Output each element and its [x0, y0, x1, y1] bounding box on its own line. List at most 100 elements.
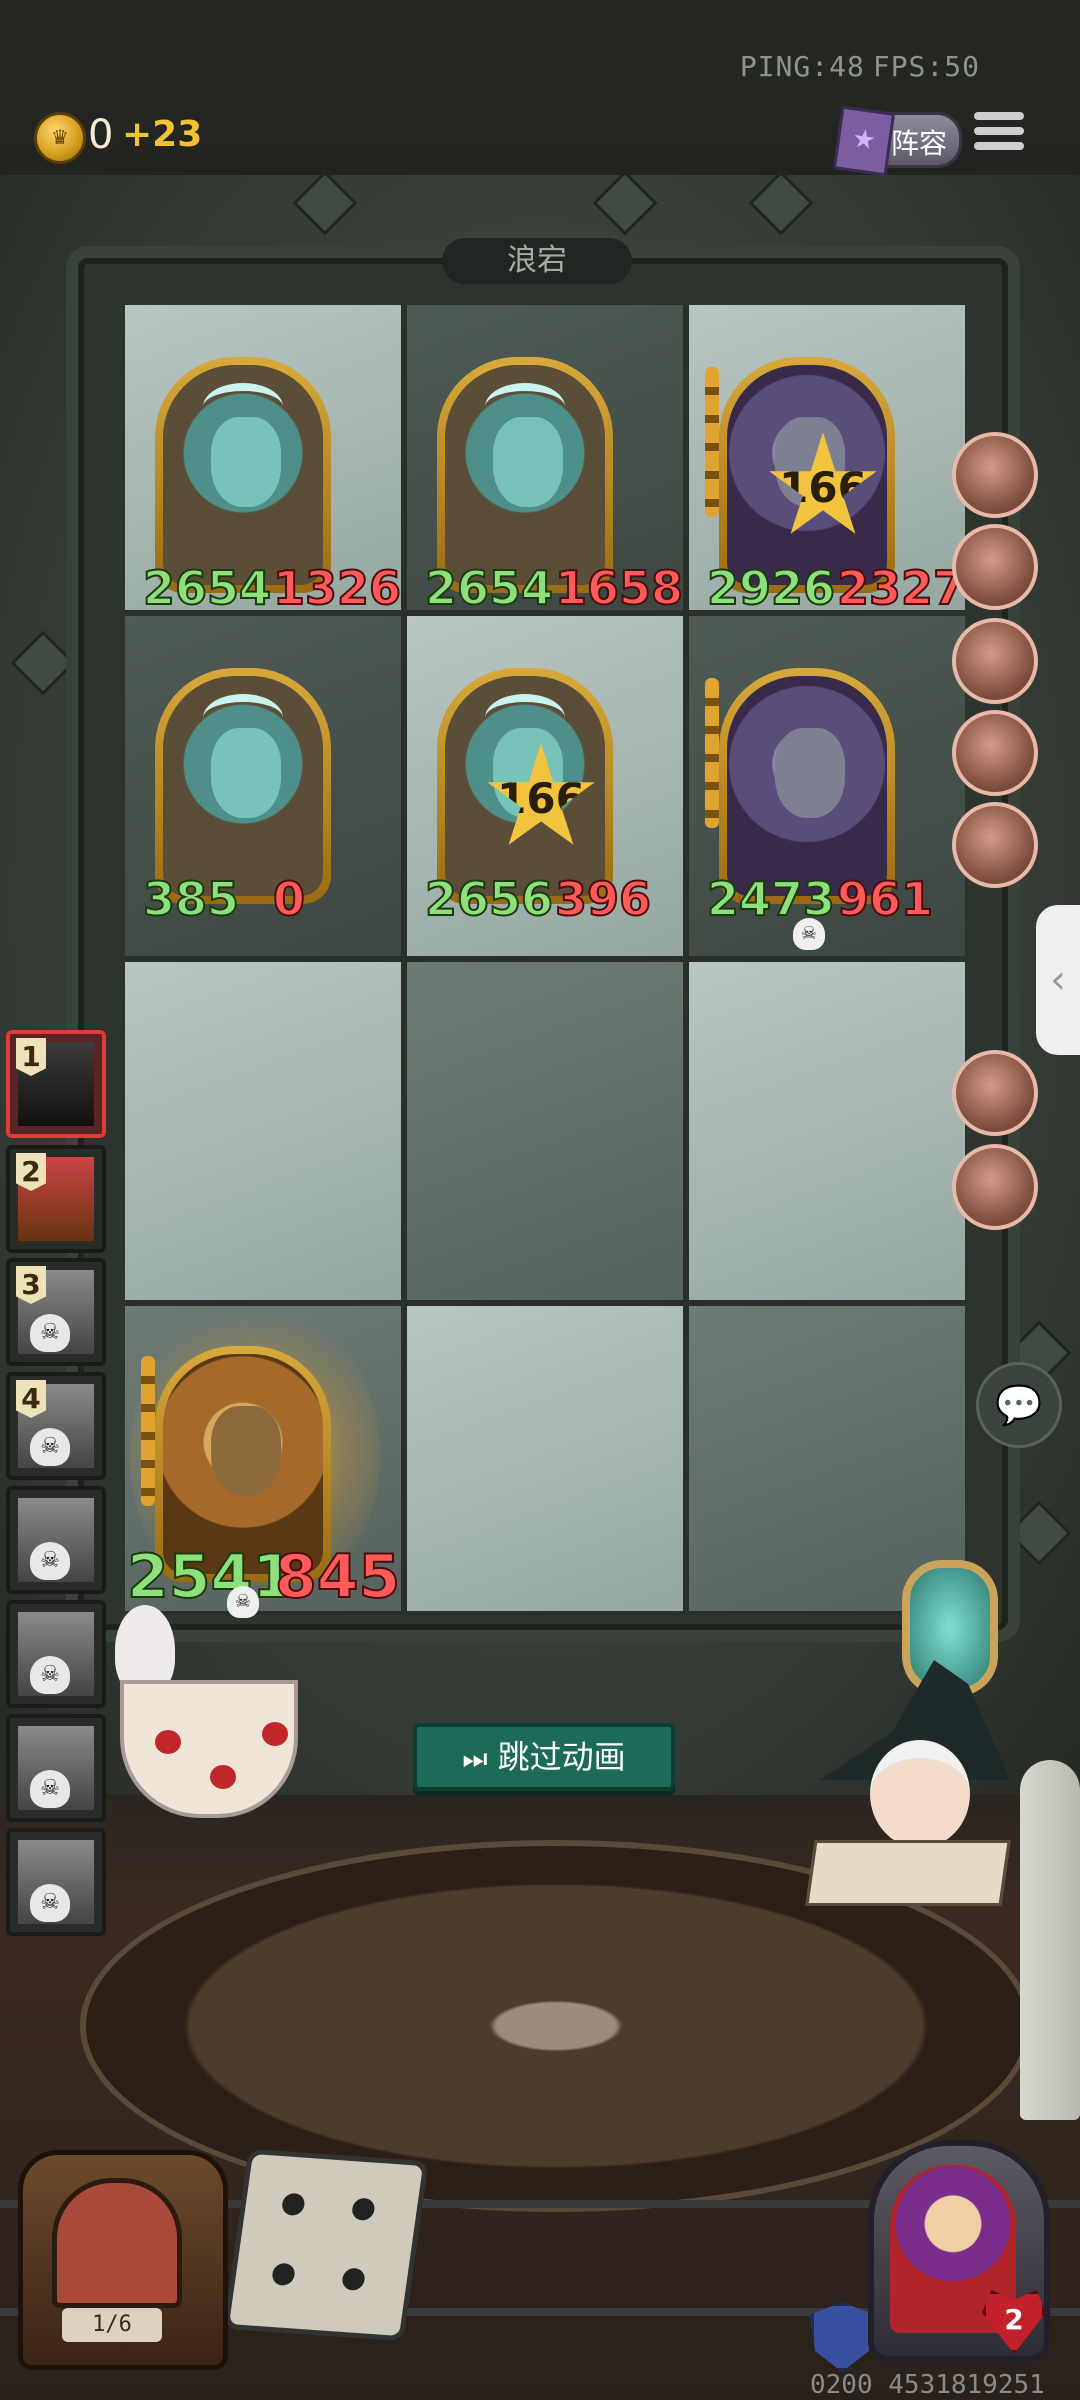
- grid-cell[interactable]: [407, 1306, 683, 1611]
- dice: [223, 2148, 429, 2342]
- minion-card[interactable]: 385 0: [142, 668, 331, 927]
- face-shape: [211, 728, 281, 818]
- minion-card[interactable]: 2654 1658: [424, 357, 684, 616]
- bag-item-art: [52, 2178, 182, 2308]
- teacup: [120, 1680, 298, 1818]
- skull-icon: ☠: [30, 1428, 70, 1466]
- relic-potion-icon[interactable]: [952, 1050, 1038, 1136]
- opponent-slot[interactable]: 4 ☠: [6, 1372, 106, 1480]
- menu-bar-icon: [974, 112, 1024, 120]
- board-title: 浪宕: [442, 238, 632, 284]
- battle-grid: 2654 1326 2654 1658 166 2926 2327 385 0 …: [125, 305, 966, 1618]
- dice-pip: [280, 2192, 306, 2217]
- fps-label: FPS:50: [872, 50, 980, 83]
- minion-art: [163, 676, 323, 896]
- tier-bar: [705, 367, 719, 517]
- hero-book: [805, 1840, 1011, 1906]
- minion-art: [727, 676, 887, 896]
- coin-count: 0: [88, 112, 114, 158]
- grid-cell[interactable]: 385 0: [125, 616, 401, 956]
- opponent-rank: 4: [16, 1380, 46, 1418]
- grid-cell[interactable]: 2473 961 ☠: [689, 616, 965, 956]
- game-id: 0200 4531819251: [810, 2370, 1045, 2400]
- coin-bonus: +23: [122, 114, 203, 155]
- skull-icon: ☠: [30, 1770, 70, 1808]
- player-minion-card[interactable]: 2541 845 ☠: [126, 1346, 401, 1618]
- grid-cell[interactable]: 166 2656 396: [407, 616, 683, 956]
- skull-icon: ☠: [30, 1884, 70, 1922]
- relic-lighthouse-icon[interactable]: [952, 618, 1038, 704]
- relic-cake-icon[interactable]: [952, 432, 1038, 518]
- health-value: 845: [274, 1541, 401, 1613]
- attack-value: 2541: [126, 1541, 295, 1613]
- grid-cell[interactable]: 2654 1658: [407, 305, 684, 616]
- opponent-slot[interactable]: 3 ☠: [6, 1258, 106, 1366]
- dice-pip: [350, 2197, 376, 2222]
- health-value: 1326: [272, 560, 402, 616]
- menu-bar-icon: [974, 142, 1024, 150]
- opponent-slot[interactable]: ☠: [6, 1600, 106, 1708]
- grid-cell[interactable]: [125, 962, 401, 1300]
- minion-art: [445, 365, 605, 585]
- relic-cake-icon[interactable]: [952, 710, 1038, 796]
- skip-icon: ⏭: [462, 1742, 488, 1775]
- minion-card[interactable]: 166 2926 2327: [705, 357, 966, 616]
- heart-decoration: [262, 1722, 288, 1746]
- menu-bar-icon: [974, 127, 1024, 135]
- minion-art: [163, 1354, 323, 1574]
- skull-icon: ☠: [30, 1656, 70, 1694]
- health-value: 0: [272, 871, 306, 927]
- ping-label: PING:48: [739, 50, 865, 83]
- crown-coin-icon: ♛: [34, 112, 86, 164]
- attack-value: 2656: [424, 871, 554, 927]
- grid-cell[interactable]: [689, 962, 965, 1300]
- health-value: 2327: [836, 560, 966, 616]
- opponent-slot[interactable]: ☠: [6, 1828, 106, 1936]
- chat-icon[interactable]: 💬: [976, 1362, 1062, 1448]
- tier-bar: [141, 1356, 155, 1506]
- minion-card[interactable]: 2654 1326: [142, 357, 402, 616]
- tier-bar: [705, 678, 719, 828]
- lineup-button[interactable]: ★ 阵容: [832, 105, 962, 177]
- hero-character: [870, 1740, 970, 1848]
- minion-card[interactable]: 2473 961 ☠: [705, 668, 934, 950]
- health-value: 396: [554, 871, 652, 927]
- relic-key-icon[interactable]: [952, 802, 1038, 888]
- health-value: 1658: [554, 560, 684, 616]
- health-value: 961: [836, 871, 934, 927]
- menu-button[interactable]: [974, 112, 1024, 158]
- skip-animation-button[interactable]: ⏭ 跳过动画: [413, 1723, 675, 1791]
- opponent-rank: 1: [16, 1038, 46, 1076]
- grid-cell[interactable]: 2654 1326: [125, 305, 402, 616]
- grid-cell[interactable]: 166 2926 2327: [689, 305, 966, 616]
- bag-counter: 1/6: [62, 2308, 162, 2342]
- side-panel-toggle[interactable]: ‹: [1036, 905, 1080, 1055]
- opponent-rank: 3: [16, 1266, 46, 1304]
- lineup-label: 阵容: [891, 127, 948, 160]
- opponent-rank: 2: [16, 1153, 46, 1191]
- heart-decoration: [210, 1765, 236, 1789]
- book-icon: ★: [832, 105, 896, 177]
- opponent-slot[interactable]: 1: [6, 1030, 106, 1138]
- minion-card[interactable]: 166 2656 396: [424, 668, 652, 927]
- face-shape: [775, 728, 845, 818]
- grid-cell[interactable]: [407, 962, 683, 1300]
- dice-pip: [270, 2262, 297, 2287]
- attack-value: 2654: [142, 560, 272, 616]
- relic-lighthouse-icon[interactable]: [952, 1144, 1038, 1230]
- chess-piece: [1020, 1760, 1080, 2120]
- grid-cell[interactable]: 2541 845 ☠: [125, 1296, 401, 1618]
- attack-value: 385: [142, 871, 240, 927]
- attack-value: 2473: [706, 871, 836, 927]
- face-shape: [493, 417, 563, 507]
- opponent-slot[interactable]: 2: [6, 1145, 106, 1253]
- relic-figure-icon[interactable]: [952, 524, 1038, 610]
- skull-icon: ☠: [793, 918, 825, 950]
- skull-icon: ☠: [30, 1542, 70, 1580]
- opponent-slot[interactable]: ☠: [6, 1714, 106, 1822]
- minion-art: [163, 365, 323, 585]
- skip-label: 跳过动画: [497, 1738, 626, 1776]
- network-stats: PING:48 FPS:50: [732, 50, 980, 83]
- skull-icon: ☠: [30, 1314, 70, 1352]
- opponent-slot[interactable]: ☠: [6, 1486, 106, 1594]
